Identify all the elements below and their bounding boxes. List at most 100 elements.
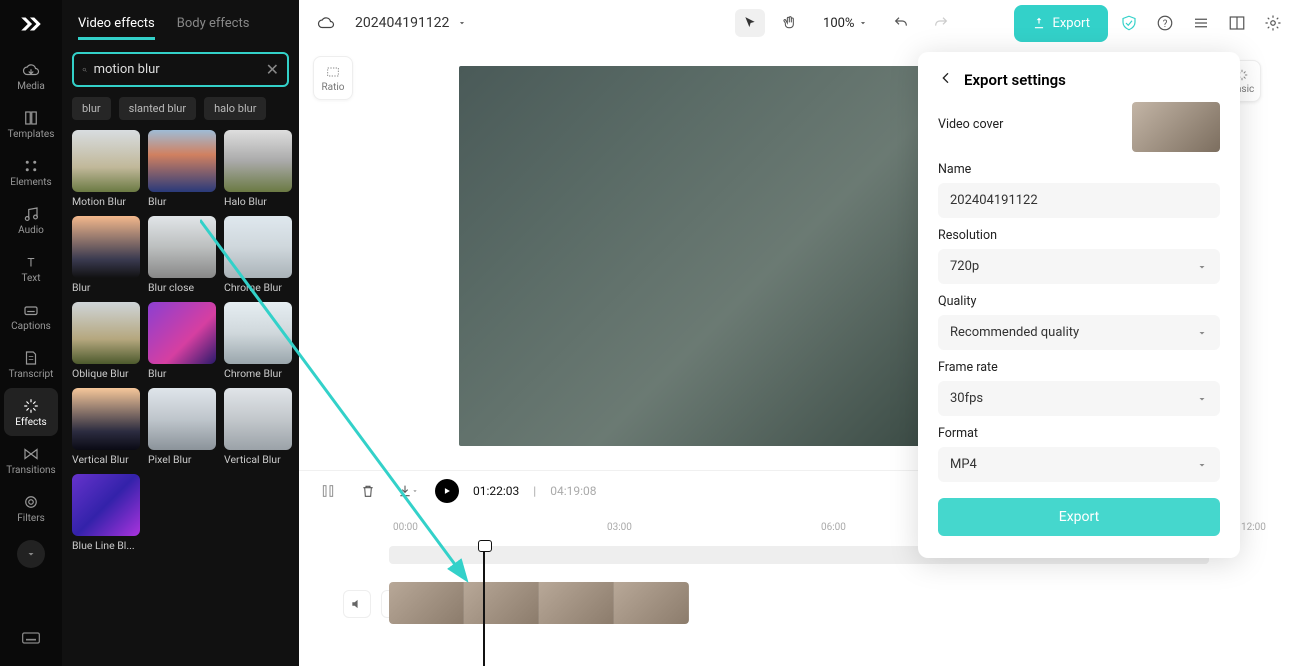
rail-label: Transcript [9, 369, 54, 380]
settings-icon[interactable] [1260, 10, 1286, 36]
resolution-select[interactable]: 720p [938, 249, 1220, 284]
rail-captions[interactable]: Captions [4, 292, 58, 340]
rail-transcript[interactable]: Transcript [4, 340, 58, 388]
effect-thumb [72, 388, 140, 450]
export-settings-title: Export settings [964, 71, 1066, 89]
download-button[interactable] [395, 478, 421, 504]
rail-text[interactable]: TText [4, 244, 58, 292]
chip-blur[interactable]: blur [72, 97, 111, 120]
export-confirm-button[interactable]: Export [938, 498, 1220, 536]
effect-item[interactable]: Motion Blur [72, 130, 140, 208]
effect-item[interactable]: Pixel Blur [148, 388, 216, 466]
rail-templates[interactable]: Templates [4, 100, 58, 148]
effect-thumb [148, 302, 216, 364]
search-input-wrap[interactable]: ✕ [72, 52, 289, 87]
cover-label: Video cover [938, 117, 1003, 132]
mute-track-button[interactable] [343, 590, 371, 618]
effect-item[interactable]: Blue Line Bl... [72, 474, 140, 552]
redo-button[interactable] [926, 9, 956, 37]
name-input[interactable] [938, 183, 1220, 218]
rail-media[interactable]: Media [4, 52, 58, 100]
layers-icon[interactable] [1188, 10, 1214, 36]
chevron-down-icon [1196, 261, 1208, 273]
layout-icon[interactable] [1224, 10, 1250, 36]
project-name-dropdown[interactable]: 202404191122 [355, 15, 467, 31]
ratio-icon [325, 64, 341, 80]
quality-select[interactable]: Recommended quality [938, 315, 1220, 350]
rail-label: Captions [11, 321, 51, 332]
filters-icon [22, 493, 40, 511]
split-button[interactable] [315, 478, 341, 504]
rail-elements[interactable]: Elements [4, 148, 58, 196]
effect-label: Motion Blur [72, 195, 140, 208]
cover-thumbnail[interactable] [1132, 102, 1220, 152]
effect-item[interactable]: Chrome Blur [224, 216, 292, 294]
rail-expand-button[interactable] [17, 540, 45, 568]
ruler-tick: 12:00 [1241, 522, 1266, 533]
effect-thumb [72, 474, 140, 536]
effect-item[interactable]: Blur [148, 130, 216, 208]
effect-thumb [72, 302, 140, 364]
search-icon [82, 63, 88, 77]
project-name: 202404191122 [355, 15, 449, 31]
clear-search-icon[interactable]: ✕ [266, 60, 279, 79]
effect-label: Blur [72, 281, 140, 294]
rail-audio[interactable]: Audio [4, 196, 58, 244]
format-select[interactable]: MP4 [938, 447, 1220, 482]
delete-button[interactable] [355, 478, 381, 504]
export-button-top[interactable]: Export [1016, 7, 1106, 40]
name-label: Name [938, 162, 1220, 177]
zoom-value: 100% [823, 16, 854, 31]
effect-item[interactable]: Oblique Blur [72, 302, 140, 380]
text-icon: T [22, 253, 40, 271]
rail-transitions[interactable]: Transitions [4, 436, 58, 484]
effect-item[interactable]: Blur close [148, 216, 216, 294]
help-icon[interactable]: ? [1152, 10, 1178, 36]
keyboard-icon[interactable] [21, 628, 41, 652]
timecode-duration: 04:19:08 [550, 484, 596, 498]
effect-item[interactable]: Blur [72, 216, 140, 294]
effect-label: Vertical Blur [224, 453, 292, 466]
video-clip[interactable] [389, 582, 689, 624]
back-button[interactable] [938, 70, 954, 90]
play-button[interactable] [435, 479, 459, 503]
effects-tabs: Video effects Body effects [72, 10, 289, 48]
effect-item[interactable]: Blur [148, 302, 216, 380]
rail-effects[interactable]: Effects [4, 388, 58, 436]
video-preview[interactable] [459, 66, 939, 446]
ruler-tick: 03:00 [607, 522, 632, 533]
chip-slanted-blur[interactable]: slanted blur [119, 97, 196, 120]
search-input[interactable] [94, 62, 260, 77]
cloud-icon[interactable] [313, 10, 339, 36]
quality-label: Quality [938, 294, 1220, 309]
tab-video-effects[interactable]: Video effects [78, 16, 155, 40]
templates-icon [22, 109, 40, 127]
playhead[interactable] [483, 546, 485, 666]
effects-icon [22, 397, 40, 415]
shield-icon[interactable] [1116, 10, 1142, 36]
elements-icon [22, 157, 40, 175]
effect-item[interactable]: Vertical Blur [72, 388, 140, 466]
effect-thumb [72, 216, 140, 278]
ratio-button[interactable]: Ratio [313, 56, 353, 100]
effect-label: Blur [148, 367, 216, 380]
tab-body-effects[interactable]: Body effects [177, 16, 250, 40]
zoom-dropdown[interactable]: 100% [823, 16, 868, 31]
hand-tool[interactable] [775, 9, 805, 37]
effect-label: Oblique Blur [72, 367, 140, 380]
framerate-select[interactable]: 30fps [938, 381, 1220, 416]
app-logo[interactable] [15, 8, 47, 40]
effect-item[interactable]: Vertical Blur [224, 388, 292, 466]
framerate-label: Frame rate [938, 360, 1220, 375]
chevron-down-icon [457, 18, 467, 28]
effect-item[interactable]: Chrome Blur [224, 302, 292, 380]
effect-item[interactable]: Halo Blur [224, 130, 292, 208]
rail-filters[interactable]: Filters [4, 484, 58, 532]
undo-button[interactable] [886, 9, 916, 37]
ratio-label: Ratio [321, 82, 344, 93]
pointer-tool[interactable] [735, 9, 765, 37]
chevron-down-icon [1196, 459, 1208, 471]
chip-halo-blur[interactable]: halo blur [204, 97, 266, 120]
svg-text:?: ? [1163, 19, 1168, 30]
quality-value: Recommended quality [950, 325, 1079, 340]
